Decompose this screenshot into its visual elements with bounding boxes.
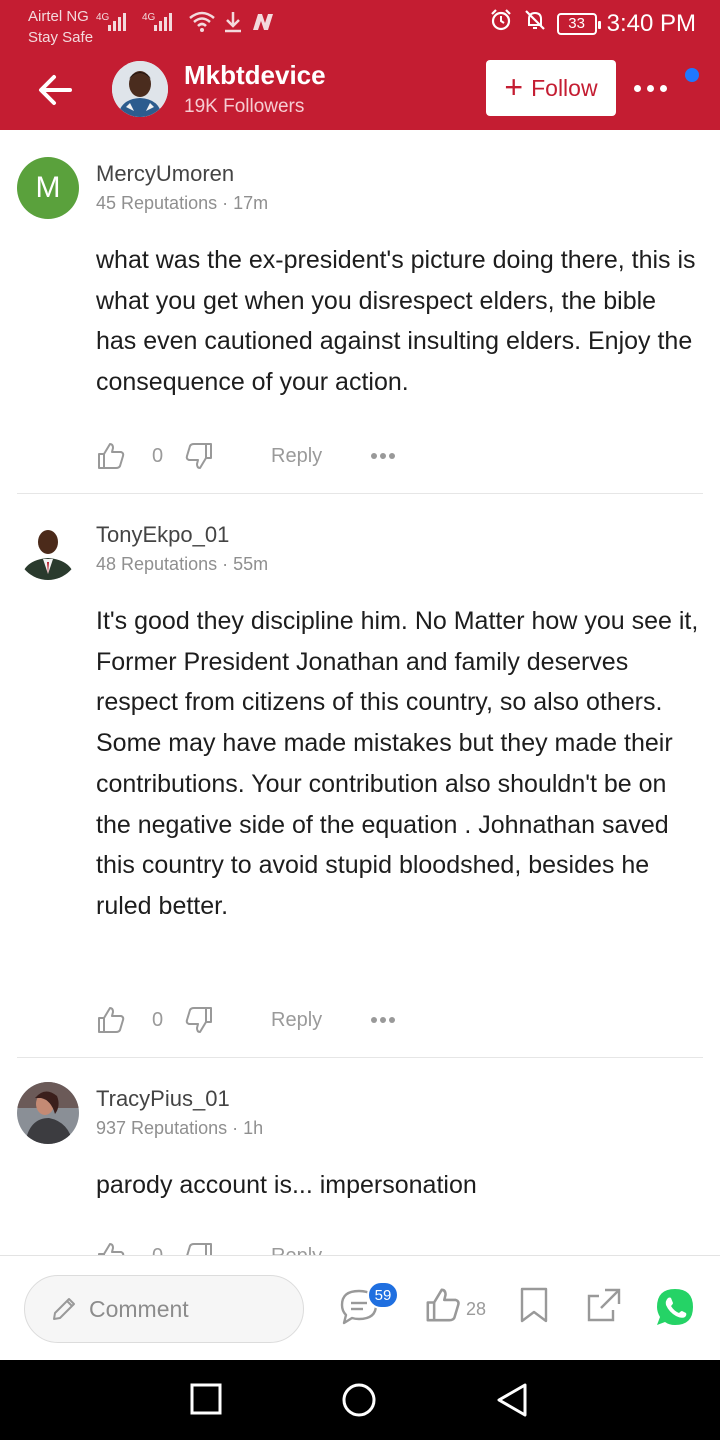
comment-text: parody account is... impersonation <box>96 1171 477 1199</box>
plus-icon: + <box>504 68 524 105</box>
notification-dot <box>685 68 699 82</box>
reply-button[interactable]: Reply <box>271 1238 322 1256</box>
wifi-icon <box>188 10 216 34</box>
news-app-icon <box>250 10 276 34</box>
comment-more-button[interactable] <box>370 1002 396 1038</box>
thumbs-down-icon <box>186 1243 212 1255</box>
thumbs-up-icon <box>426 1288 460 1322</box>
thumbs-up-icon <box>98 443 125 469</box>
carrier-name: Airtel NG <box>28 8 89 25</box>
thumbs-up-icon <box>98 1243 125 1255</box>
bookmark-icon <box>520 1287 548 1323</box>
comment-actions: 0 Reply <box>96 1002 426 1038</box>
more-dot-icon <box>634 84 641 92</box>
comments-list[interactable]: M MercyUmoren 45 Reputations · 17m what … <box>0 130 720 1255</box>
app-header: Airtel NG Stay Safe 4G 4G 33 3:40 PM Mkb… <box>0 0 720 130</box>
dislike-button[interactable] <box>184 438 214 474</box>
article-like-count: 28 <box>466 1299 487 1319</box>
thumbs-down-icon <box>185 443 212 469</box>
divider <box>17 1057 703 1058</box>
whatsapp-icon <box>657 1289 693 1325</box>
share-button[interactable] <box>585 1286 623 1329</box>
comment-meta: 45 Reputations · 17m <box>96 193 269 213</box>
comment-actions: 0 Reply <box>96 1238 426 1255</box>
thumbs-down-icon <box>185 1007 212 1033</box>
mute-bell-icon <box>523 8 547 39</box>
back-arrow-icon <box>39 75 72 105</box>
more-dot-icon <box>660 84 667 92</box>
signal-icon-2: 4G <box>142 10 182 34</box>
like-count: 0 <box>152 1238 163 1256</box>
signal-icon: 4G <box>96 10 136 34</box>
comment-actions: 0 Reply <box>96 438 426 474</box>
divider <box>17 493 703 494</box>
comment-count-badge: 59 <box>367 1281 399 1309</box>
more-options-button[interactable] <box>634 76 674 100</box>
more-horizontal-icon <box>371 1017 395 1023</box>
comment-placeholder: Comment <box>89 1295 189 1322</box>
comment-more-button[interactable] <box>370 438 396 474</box>
reply-button[interactable]: Reply <box>271 438 322 474</box>
follow-button[interactable]: + Follow <box>486 60 616 116</box>
like-count: 0 <box>152 444 164 467</box>
reply-button[interactable]: Reply <box>271 1002 322 1038</box>
dislike-button[interactable] <box>184 1002 214 1038</box>
home-button[interactable] <box>341 1382 377 1423</box>
svg-text:4G: 4G <box>142 12 156 23</box>
share-icon <box>587 1288 621 1322</box>
thumbs-up-icon <box>98 1007 125 1033</box>
back-nav-button[interactable] <box>495 1382 529 1423</box>
status-time: 3:40 PM <box>606 9 696 37</box>
like-button[interactable] <box>96 1002 126 1038</box>
avatar[interactable]: M <box>17 157 79 219</box>
comment-meta: 48 Reputations · 55m <box>96 554 269 574</box>
svg-text:4G: 4G <box>96 12 110 23</box>
recent-apps-button[interactable] <box>189 1382 223 1421</box>
comment-author[interactable]: MercyUmoren <box>96 161 234 187</box>
bottom-action-bar: Comment <box>0 1255 720 1360</box>
back-button[interactable] <box>34 68 78 112</box>
triangle-back-icon <box>497 1383 527 1417</box>
channel-avatar[interactable] <box>112 61 168 117</box>
more-dot-icon <box>647 84 654 92</box>
comment-input[interactable]: Comment <box>24 1275 304 1343</box>
status-icons: 4G 4G <box>96 10 276 34</box>
like-button[interactable] <box>96 1238 126 1255</box>
comment-text: what was the ex-president's picture doin… <box>96 246 696 397</box>
circle-icon <box>342 1383 376 1417</box>
like-article-button[interactable] <box>424 1286 462 1329</box>
system-nav-bar <box>0 1360 720 1440</box>
whatsapp-share-button[interactable] <box>655 1287 695 1332</box>
avatar[interactable] <box>17 518 79 580</box>
square-icon <box>190 1383 222 1415</box>
more-horizontal-icon <box>371 453 395 459</box>
channel-name[interactable]: Mkbtdevice <box>184 60 326 91</box>
comment-meta: 937 Reputations · 1h <box>96 1118 264 1138</box>
follow-label: Follow <box>531 74 598 101</box>
battery-icon: 33 <box>556 12 601 35</box>
pencil-icon <box>53 1298 75 1320</box>
status-right: 33 3:40 PM <box>489 8 696 39</box>
comment-author[interactable]: TonyEkpo_01 <box>96 522 229 548</box>
comment-author[interactable]: TracyPius_01 <box>96 1086 230 1112</box>
comment-text: It's good they discipline him. No Matter… <box>96 607 699 920</box>
dislike-button[interactable] <box>184 1238 214 1255</box>
bookmark-button[interactable] <box>517 1286 551 1329</box>
alarm-icon <box>489 8 513 39</box>
carrier-subtitle: Stay Safe <box>28 29 94 46</box>
avatar[interactable] <box>17 1082 79 1144</box>
download-icon <box>222 10 244 34</box>
like-count: 0 <box>152 1008 164 1031</box>
like-button[interactable] <box>96 438 126 474</box>
status-carrier: Airtel NG Stay Safe <box>28 6 93 48</box>
follower-count: 19K Followers <box>184 96 305 117</box>
